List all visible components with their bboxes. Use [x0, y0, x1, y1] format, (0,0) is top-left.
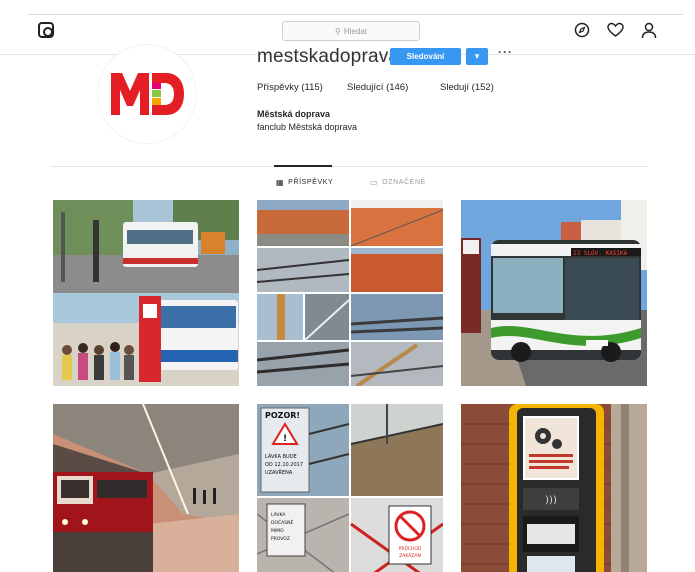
post-image: POZOR! ! LÁVKA BUDE OD 12.10.2017 UZAVŘE… — [257, 404, 443, 572]
sign2-line-4: PROVOZ — [271, 536, 290, 542]
tab-tagged-label: OZNAČENÉ — [382, 179, 426, 186]
search-icon: ⚲ — [335, 26, 341, 36]
more-options-icon[interactable]: ··· — [498, 45, 513, 59]
followers-count[interactable]: Sledující (146) — [347, 82, 408, 93]
post-bridge-signs-collage[interactable]: POZOR! ! LÁVKA BUDE OD 12.10.2017 UZAVŘE… — [257, 404, 443, 572]
grid-icon: ▦ — [276, 178, 285, 187]
tabs-divider — [51, 166, 648, 167]
instagram-icon[interactable] — [38, 22, 54, 38]
sign2-line-3: MIMO — [271, 528, 284, 534]
svg-text:!: ! — [283, 434, 287, 444]
post-green-bus[interactable]: 13 SLOV. KASIKA — [461, 200, 647, 386]
post-image — [53, 404, 239, 572]
sign2-line-1: LÁVKA — [271, 511, 286, 518]
active-tab-indicator — [274, 165, 332, 167]
md-logo-icon — [98, 45, 196, 143]
bus-destination-display: 13 SLOV. KASIKA — [573, 250, 628, 257]
post-image — [53, 200, 239, 386]
sign-line-1: LÁVKA BUDE — [265, 453, 297, 460]
chevron-down-icon: ▾ — [474, 51, 480, 61]
profile-username: mestskadoprava — [257, 46, 400, 67]
post-image: 13 SLOV. KASIKA — [461, 200, 647, 386]
sign-line-2: OD 12.10.2017 — [265, 462, 303, 468]
sign-line-3: UZAVŘENA — [265, 468, 293, 476]
post-image — [257, 200, 443, 386]
tag-icon: ▭ — [370, 178, 379, 187]
sign3-line-2: ZAKÁZÁN — [399, 552, 421, 559]
post-construction-collage[interactable] — [257, 200, 443, 386]
bio-description: fanclub Městská doprava — [257, 122, 358, 132]
sign-warning-title: POZOR! — [265, 411, 300, 420]
following-count[interactable]: Sledují (152) — [440, 82, 494, 93]
tab-posts-label: PŘÍSPĚVKY — [288, 179, 334, 186]
tab-posts[interactable]: ▦ PŘÍSPĚVKY — [276, 178, 333, 187]
svg-text:))): ))) — [545, 495, 557, 506]
heart-icon[interactable] — [606, 21, 624, 39]
post-bus-stop-collage[interactable] — [53, 200, 239, 386]
tab-tagged[interactable]: ▭ OZNAČENÉ — [370, 178, 426, 187]
following-button[interactable]: Sledování — [390, 48, 461, 65]
search-placeholder: Hledat — [343, 26, 367, 36]
explore-compass-icon[interactable] — [573, 21, 591, 39]
search-input[interactable]: ⚲ Hledat — [282, 21, 420, 41]
sign3-line-1: PRŮCHOD — [399, 545, 422, 552]
suggestions-dropdown-button[interactable]: ▾ — [466, 48, 488, 65]
posts-count[interactable]: Příspěvky (115) — [257, 82, 323, 93]
profile-avatar[interactable] — [98, 45, 196, 143]
profile-icon[interactable] — [640, 21, 658, 39]
post-ticket-machine[interactable]: ))) — [461, 404, 647, 572]
post-image: ))) — [461, 404, 647, 572]
post-metro-train[interactable] — [53, 404, 239, 572]
bio-full-name: Městská doprava — [257, 109, 331, 119]
top-divider — [28, 14, 683, 15]
